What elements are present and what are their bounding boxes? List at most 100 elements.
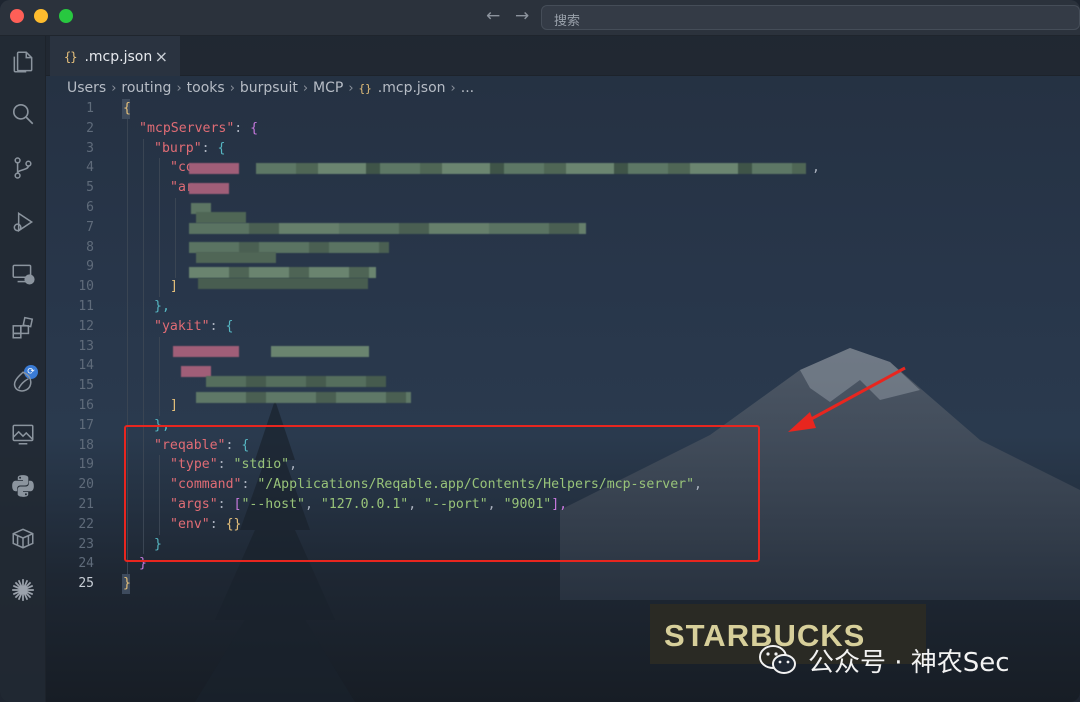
line-number: 21 [78,497,94,512]
close-tab-icon[interactable]: × [155,47,168,66]
line-number: 2 [86,121,94,136]
brace: { [225,319,234,334]
chevron-right-icon: › [229,80,235,96]
line-number: 18 [78,438,94,453]
breadcrumb-file[interactable]: .mcp.json [378,80,446,96]
command-search-input[interactable]: 搜索 [541,5,1080,30]
line-number: 10 [78,279,94,294]
redacted-block [196,392,411,403]
run-debug-icon[interactable] [9,208,37,236]
redacted-block [256,163,806,174]
redacted-block [189,223,586,234]
wechat-watermark: 公众号 · 神农Sec [758,640,1010,680]
forward-arrow-icon[interactable]: → [515,6,529,26]
activity-bar: ⟳ [0,36,46,702]
chevron-right-icon: › [450,80,456,96]
line-number: 7 [86,220,94,235]
colon: : [234,121,251,136]
json-file-icon: {} [358,81,372,95]
code-line: "burp": { [154,139,225,159]
json-file-icon: {} [64,50,77,64]
container-icon[interactable] [9,524,37,552]
line-number: 15 [78,378,94,393]
line-number: 19 [78,457,94,472]
bracket: ] [170,279,178,294]
line-number: 23 [78,537,94,552]
source-control-icon[interactable] [9,154,37,182]
redacted-block [189,163,239,174]
redacted-block [173,346,239,357]
breadcrumb-item[interactable]: routing [121,80,171,96]
tab-mcp-json[interactable]: {} .mcp.json × [50,36,180,76]
line-number: 24 [78,556,94,571]
image-preview-icon[interactable] [9,420,37,448]
chevron-right-icon: › [348,80,354,96]
line-number: 5 [86,180,94,195]
leaf-icon[interactable] [9,368,37,396]
brace: { [250,121,259,136]
line-number: 12 [78,319,94,334]
breadcrumb-item[interactable]: tooks [187,80,225,96]
close-window-button[interactable] [10,9,24,23]
extensions-icon[interactable] [9,314,37,342]
code-line: { [123,99,131,119]
code-line: "mcpServers": { [139,119,258,139]
redacted-block [206,376,386,387]
indent-guide [175,198,176,278]
indent-guide [159,337,160,416]
back-arrow-icon[interactable]: ← [486,6,500,26]
breadcrumb-item[interactable]: MCP [313,80,343,96]
breadcrumb-item[interactable]: burpsuit [240,80,298,96]
line-number: 16 [78,398,94,413]
redacted-block [196,252,276,263]
chevron-right-icon: › [302,80,309,96]
bracket: ] [170,398,178,413]
tab-label: .mcp.json [84,49,153,65]
line-number: 14 [78,358,94,373]
colon: : [201,141,218,156]
maximize-window-button[interactable] [59,9,73,23]
json-key: "mcpServers" [139,121,235,136]
annotation-arrow-icon [788,366,906,432]
chevron-right-icon: › [111,80,117,96]
brace: { [217,141,226,156]
line-number: 9 [86,259,94,274]
python-icon[interactable] [9,472,37,500]
code-line: "yakit": { [154,317,233,337]
code-line: , [812,158,820,178]
search-icon[interactable] [9,100,37,128]
brace: }, [154,299,170,314]
watermark-text: 公众号 · 神农Sec [808,647,1010,678]
code-line: ] [170,396,178,416]
redacted-block [189,183,229,194]
line-number: 11 [78,299,94,314]
code-line: }, [154,297,170,317]
breadcrumb-item[interactable]: Users [67,80,106,96]
files-icon[interactable] [9,48,37,76]
line-number: 6 [86,200,94,215]
line-number: 1 [86,101,94,116]
json-key: "yakit" [154,319,210,334]
editor-window: STARBUCKS ← → 搜索 ⟳ {} .mcp.json × Users … [0,0,1080,702]
line-number: 22 [78,517,94,532]
highlight-box [124,425,760,562]
chevron-right-icon: › [176,80,182,96]
wechat-logo-icon [759,645,796,674]
indent-guide [159,158,160,297]
sparkle-icon[interactable] [9,576,37,604]
redacted-block [271,346,369,357]
code-line: } [123,574,131,594]
line-number: 20 [78,477,94,492]
brace: } [123,576,131,591]
brace: { [123,101,131,116]
code-editor[interactable]: 1 2 3 4 5 6 7 8 9 10 11 12 13 14 15 16 1… [46,98,1080,702]
json-key: "burp" [154,141,202,156]
line-number: 4 [86,160,94,175]
line-number: 3 [86,141,94,156]
redacted-block [198,278,368,289]
line-number: 17 [78,418,94,433]
breadcrumb-more[interactable]: ... [461,80,474,96]
line-number: 8 [86,240,94,255]
remote-explorer-icon[interactable] [9,260,37,288]
minimize-window-button[interactable] [34,9,48,23]
